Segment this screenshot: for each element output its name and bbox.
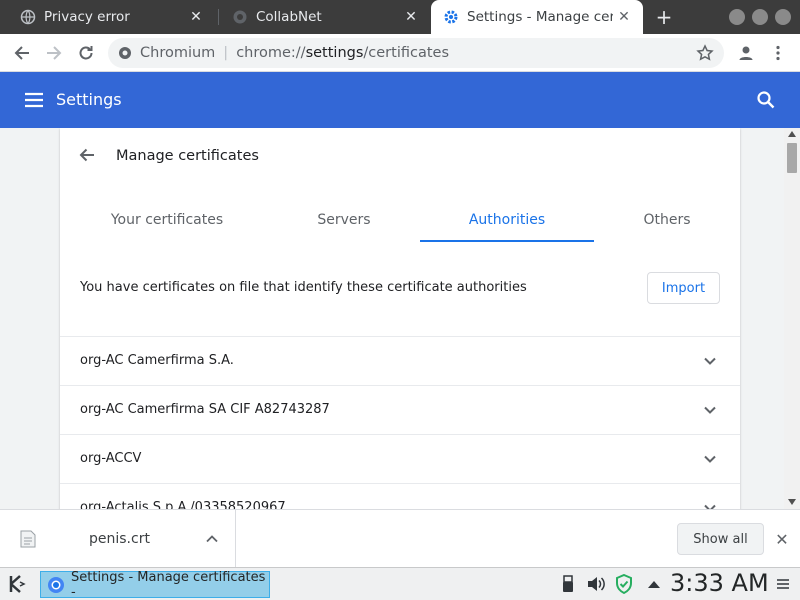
tab-settings[interactable]: Settings - Manage certi ✕: [431, 0, 643, 34]
close-window-button[interactable]: [775, 9, 791, 25]
authority-name: org-Actalis S.p.A./03358520967: [80, 500, 286, 509]
settings-header: Settings: [0, 72, 800, 128]
page-title: Manage certificates: [116, 148, 259, 164]
back-arrow-icon[interactable]: [78, 146, 98, 166]
import-button[interactable]: Import: [647, 272, 720, 304]
chevron-down-icon[interactable]: [700, 498, 720, 509]
usb-device-icon[interactable]: [558, 574, 578, 594]
chevron-down-icon[interactable]: [700, 351, 720, 371]
scroll-thumb[interactable]: [787, 143, 797, 173]
taskbar: Settings - Manage certificates - 3:33 AM: [0, 567, 800, 600]
back-arrow-icon: [14, 46, 29, 60]
download-filename: penis.crt: [89, 531, 150, 547]
site-info-icon[interactable]: [118, 46, 132, 60]
certificate-tabs: Your certificates Servers Authorities Ot…: [80, 202, 720, 242]
new-tab-button[interactable]: +: [652, 5, 676, 29]
page-scrollbar[interactable]: [784, 128, 800, 509]
profile-button[interactable]: [734, 41, 758, 65]
settings-title: Settings: [56, 90, 122, 109]
more-vert-icon: [776, 45, 780, 61]
download-item[interactable]: penis.crt: [0, 510, 236, 568]
scroll-up-arrow-icon: [788, 131, 796, 137]
clock[interactable]: 3:33 AM: [670, 569, 769, 597]
close-tab-icon[interactable]: ✕: [400, 6, 422, 28]
list-item[interactable]: org-AC Camerfirma S.A.: [60, 336, 740, 385]
tab-collabnet[interactable]: CollabNet ✕: [212, 0, 430, 34]
account-icon: [739, 46, 753, 60]
tab-title: Privacy error: [44, 9, 130, 25]
authority-name: org-AC Camerfirma SA CIF A82743287: [80, 402, 330, 417]
settings-content: Manage certificates Your certificates Se…: [0, 128, 784, 509]
chevron-up-icon[interactable]: [204, 531, 220, 547]
certificates-card: Manage certificates Your certificates Se…: [60, 128, 740, 509]
forward-button[interactable]: [42, 41, 66, 65]
bookmark-star-icon[interactable]: [696, 44, 714, 62]
maximize-button[interactable]: [752, 9, 768, 25]
browser-toolbar: Chromium | chrome://settings/certificate…: [0, 34, 800, 72]
task-entry-settings[interactable]: Settings - Manage certificates -: [40, 569, 270, 600]
search-icon[interactable]: [756, 90, 776, 114]
file-icon: [20, 530, 36, 548]
chromium-icon: [47, 576, 65, 594]
list-item[interactable]: org-Actalis S.p.A./03358520967: [60, 483, 740, 509]
authorities-info-text: You have certificates on file that ident…: [80, 280, 527, 295]
tab-strip: Privacy error ✕ CollabNet ✕ Settings - M…: [0, 0, 800, 34]
task-title: Settings - Manage certificates -: [71, 569, 266, 600]
hamburger-menu-icon[interactable]: [775, 576, 791, 592]
scroll-down-arrow-icon: [788, 499, 796, 505]
url-prefix: chrome://: [236, 45, 306, 61]
shield-icon[interactable]: [614, 574, 634, 594]
gear-icon: [443, 9, 459, 25]
chevron-down-icon[interactable]: [700, 449, 720, 469]
url-path: /certificates: [363, 45, 450, 61]
authority-name: org-ACCV: [80, 451, 142, 466]
back-button[interactable]: [10, 41, 34, 65]
tab-title: Settings - Manage certi: [467, 9, 613, 25]
tab-your-certificates[interactable]: Your certificates: [80, 202, 254, 242]
tab-servers[interactable]: Servers: [257, 202, 431, 242]
forward-arrow-icon: [47, 46, 62, 60]
authorities-list: org-AC Camerfirma S.A. org-AC Camerfirma…: [60, 336, 740, 509]
globe-icon: [20, 9, 36, 25]
tray-expand-arrow-icon[interactable]: [644, 574, 664, 594]
tab-privacy-error[interactable]: Privacy error ✕: [0, 0, 215, 34]
chevron-down-icon[interactable]: [700, 400, 720, 420]
volume-icon[interactable]: [586, 574, 606, 594]
list-item[interactable]: org-ACCV: [60, 434, 740, 483]
address-bar[interactable]: Chromium | chrome://settings/certificate…: [108, 38, 724, 68]
close-tab-icon[interactable]: ✕: [613, 6, 635, 28]
url-host: settings: [305, 45, 364, 61]
reload-button[interactable]: [74, 41, 98, 65]
site-label: Chromium: [140, 45, 216, 61]
authority-name: org-AC Camerfirma S.A.: [80, 353, 234, 368]
show-all-button[interactable]: Show all: [677, 523, 764, 555]
close-icon[interactable]: ✕: [772, 529, 792, 549]
url-text: chrome://settings/certificates: [236, 45, 449, 61]
kde-launcher-icon[interactable]: [6, 573, 28, 595]
hamburger-menu-icon[interactable]: [24, 91, 44, 113]
download-bar: penis.crt Show all ✕: [0, 509, 800, 568]
close-tab-icon[interactable]: ✕: [185, 6, 207, 28]
tab-others[interactable]: Others: [580, 202, 754, 242]
minimize-button[interactable]: [729, 9, 745, 25]
list-item[interactable]: org-AC Camerfirma SA CIF A82743287: [60, 385, 740, 434]
menu-button[interactable]: [766, 41, 790, 65]
globe-icon: [232, 9, 248, 25]
tab-title: CollabNet: [256, 9, 322, 25]
omnibox-separator: |: [223, 45, 229, 61]
tab-authorities[interactable]: Authorities: [420, 202, 594, 242]
reload-icon: [79, 46, 93, 60]
